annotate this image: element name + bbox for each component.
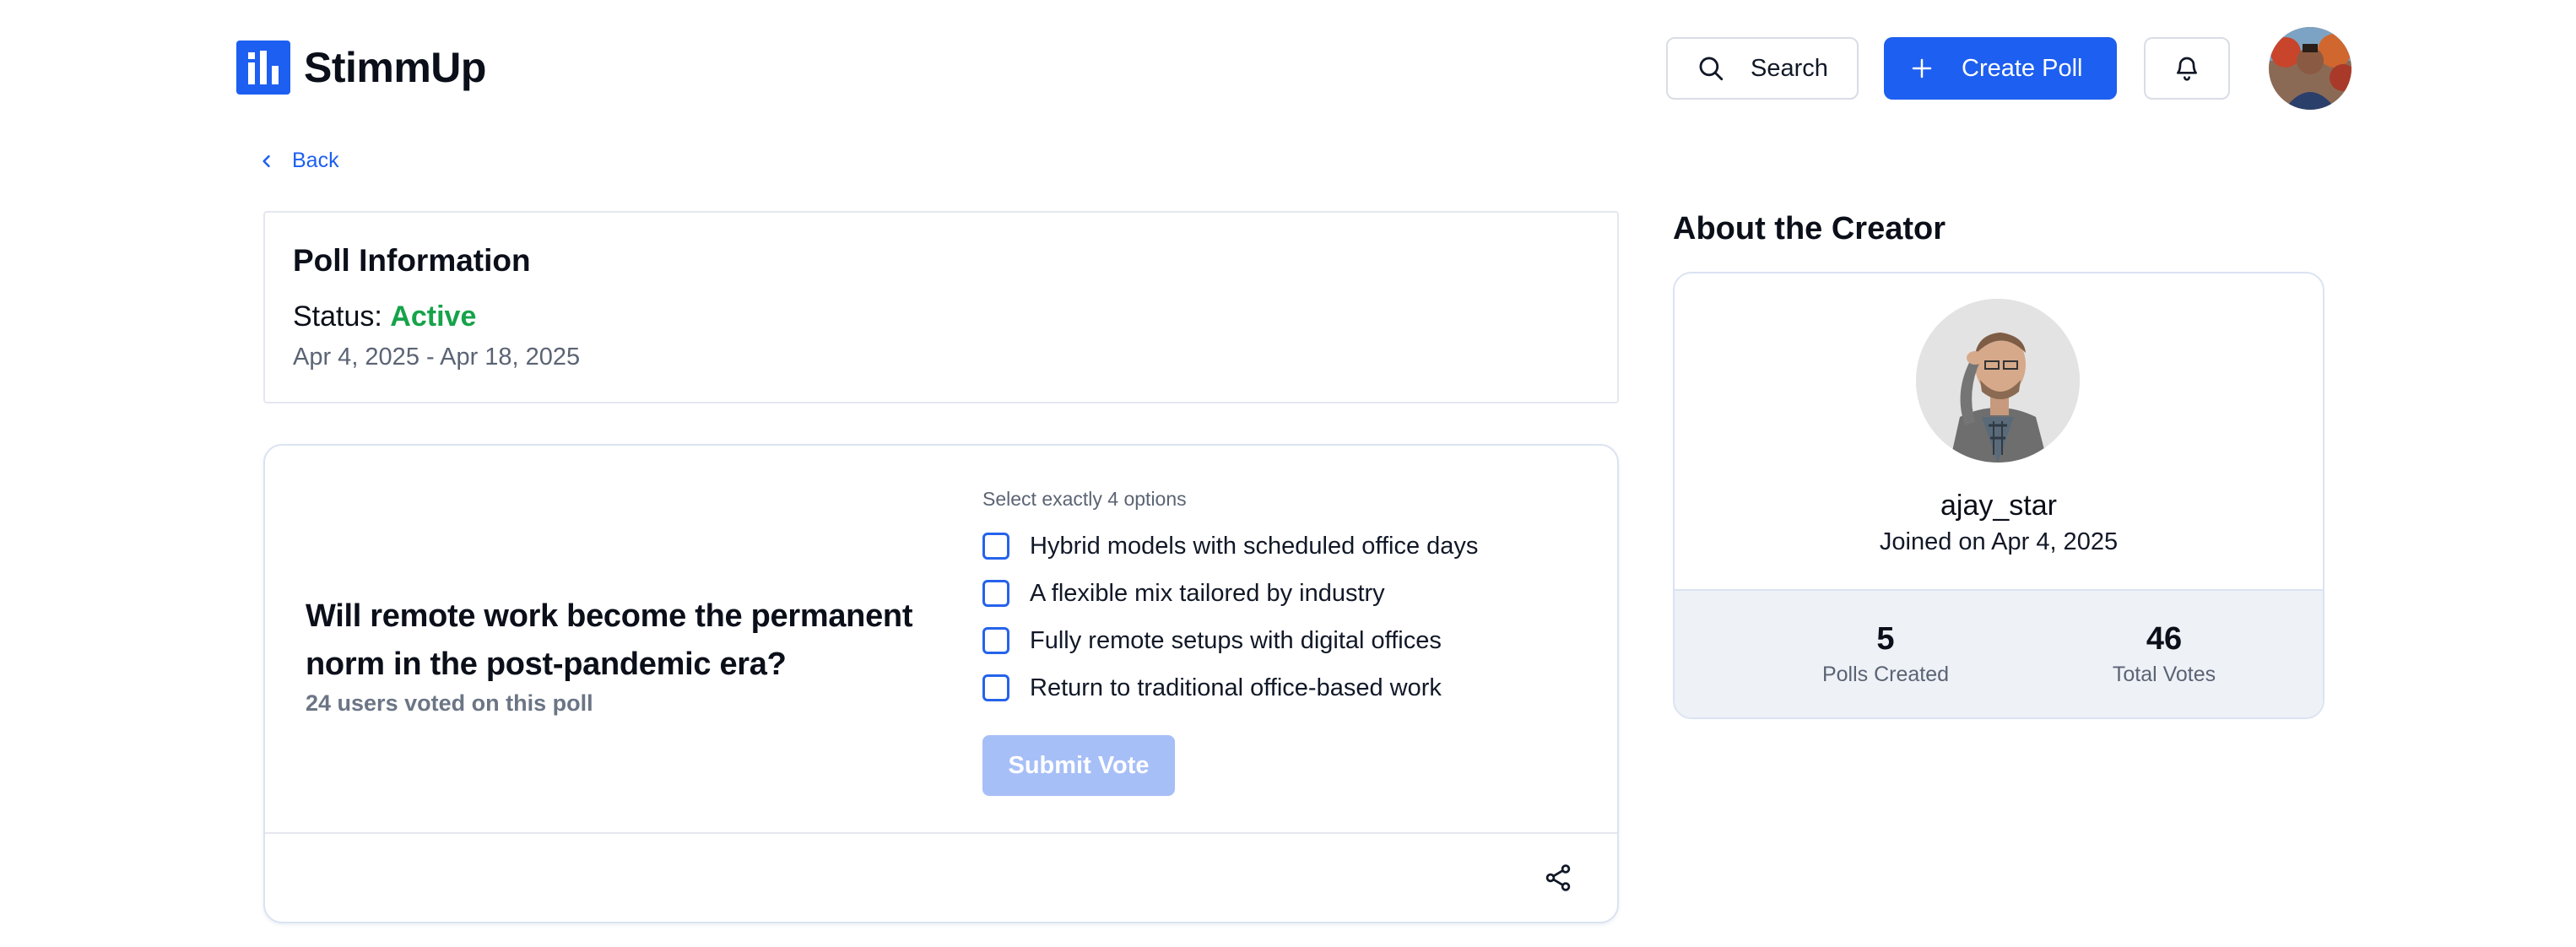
submit-vote-button[interactable]: Submit Vote — [982, 735, 1175, 796]
poll-information-title: Poll Information — [293, 243, 531, 278]
poll-question-block: Will remote work become the permanent no… — [306, 593, 913, 717]
option-checkbox[interactable] — [982, 674, 1009, 701]
poll-option[interactable]: Return to traditional office-based work — [982, 664, 1478, 712]
share-icon — [1545, 864, 1571, 891]
back-link[interactable]: Back — [258, 149, 339, 173]
option-label: Hybrid models with scheduled office days — [1030, 532, 1479, 560]
poll-options: Select exactly 4 options Hybrid models w… — [982, 488, 1478, 796]
stat-polls-created: 5 Polls Created — [1793, 621, 1978, 687]
share-button[interactable] — [1543, 863, 1573, 893]
option-label: Fully remote setups with digital offices — [1030, 626, 1442, 654]
poll-option[interactable]: Fully remote setups with digital offices — [982, 617, 1478, 664]
poll-status: Status: Active — [293, 300, 1617, 333]
poll-option[interactable]: A flexible mix tailored by industry — [982, 570, 1478, 617]
logo-text: StimmUp — [304, 44, 486, 91]
stat-total-votes-value: 46 — [2146, 621, 2183, 657]
poll-question: Will remote work become the permanent no… — [306, 598, 913, 682]
bell-icon — [2177, 57, 2197, 81]
search-button[interactable]: Search — [1666, 37, 1859, 100]
logo-bars-icon — [236, 41, 290, 95]
back-link-label: Back — [292, 149, 339, 172]
option-checkbox[interactable] — [982, 627, 1009, 654]
status-label: Status: — [293, 300, 382, 333]
creator-username[interactable]: ajay_star — [1675, 490, 2323, 522]
poll-vote-count: 24 users voted on this poll — [306, 690, 593, 716]
creator-avatar[interactable] — [1916, 299, 2080, 463]
creator-card: ajay_star Joined on Apr 4, 2025 5 Polls … — [1673, 272, 2324, 719]
option-label: Return to traditional office-based work — [1030, 674, 1442, 701]
creator-stats: 5 Polls Created 46 Total Votes — [1675, 589, 2323, 717]
option-label: A flexible mix tailored by industry — [1030, 579, 1385, 607]
poll-date-range: Apr 4, 2025 - Apr 18, 2025 — [293, 344, 581, 371]
stat-polls-created-label: Polls Created — [1821, 663, 1950, 686]
search-icon — [1699, 57, 1724, 81]
about-creator-title: About the Creator — [1673, 211, 1946, 246]
stat-total-votes: 46 Total Votes — [2071, 621, 2257, 687]
logo[interactable]: StimmUp — [236, 41, 486, 95]
poll-card-divider — [265, 832, 1617, 834]
option-checkbox[interactable] — [982, 580, 1009, 607]
poll-card: Will remote work become the permanent no… — [263, 444, 1619, 923]
stat-polls-created-value: 5 — [1876, 621, 1895, 657]
poll-option[interactable]: Hybrid models with scheduled office days — [982, 522, 1478, 570]
create-poll-button[interactable]: Create Poll — [1884, 37, 2117, 100]
option-checkbox[interactable] — [982, 533, 1009, 560]
stat-total-votes-label: Total Votes — [2112, 663, 2216, 686]
create-poll-button-label: Create Poll — [1962, 54, 2083, 82]
creator-joined-date: Joined on Apr 4, 2025 — [1879, 528, 2119, 555]
chevron-left-icon — [262, 154, 270, 167]
notifications-button[interactable] — [2144, 37, 2230, 100]
plus-icon — [1912, 58, 1932, 78]
user-avatar[interactable] — [2269, 27, 2351, 110]
search-button-label: Search — [1751, 54, 1828, 82]
poll-information-card: Poll Information Status: Active Apr 4, 2… — [263, 211, 1619, 403]
selection-hint: Select exactly 4 options — [982, 488, 1187, 510]
status-badge: Active — [390, 300, 477, 333]
